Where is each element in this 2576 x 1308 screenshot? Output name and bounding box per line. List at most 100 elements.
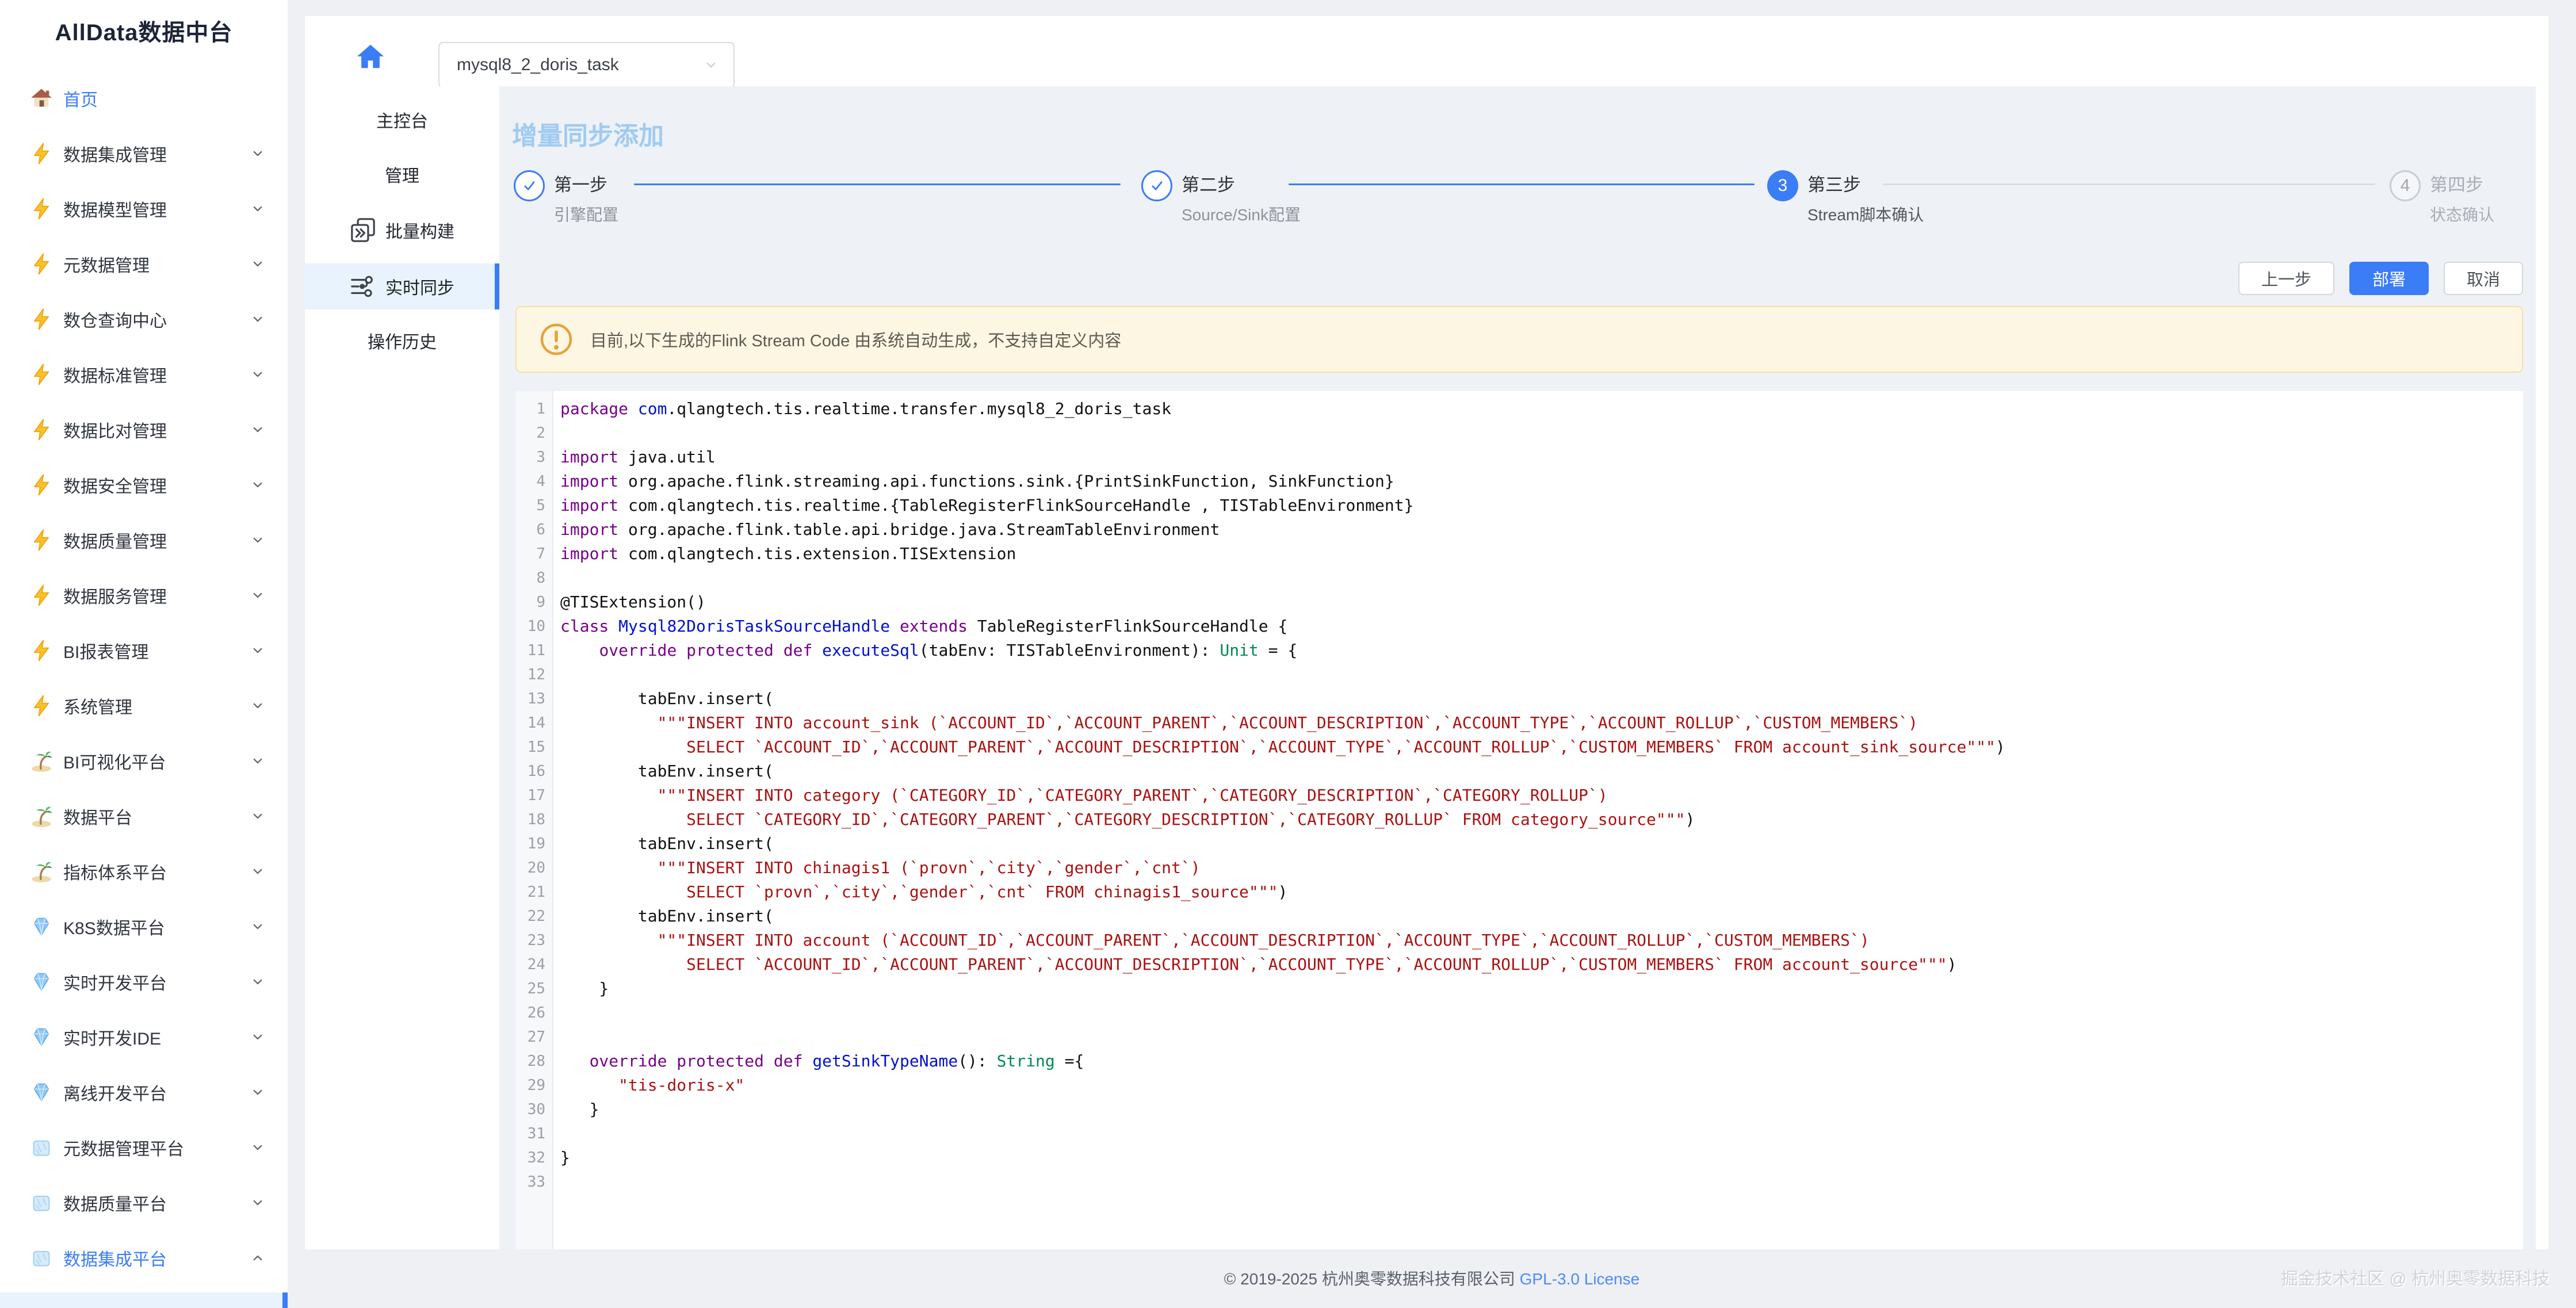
sidebar-item-label: 元数据管理	[63, 251, 250, 277]
code-line: class Mysql82DorisTaskSourceHandle exten…	[560, 614, 2523, 638]
chevron-down-icon	[250, 642, 266, 659]
sidebar-item-数据模型管理[interactable]: 数据模型管理	[0, 181, 288, 236]
sidebar-item-label: 数据服务管理	[63, 583, 250, 608]
chevron-down-icon	[250, 477, 266, 493]
sidebar-item-数仓查询中心[interactable]: 数仓查询中心	[0, 292, 288, 347]
chevron-down-icon	[250, 146, 266, 162]
code-line: """INSERT INTO account_sink (`ACCOUNT_ID…	[560, 711, 2523, 735]
sidebar-item-数据质量平台[interactable]: 数据质量平台	[0, 1175, 288, 1230]
cancel-button[interactable]: 取消	[2444, 262, 2523, 295]
page: AllData数据中台 首页数据集成管理数据模型管理元数据管理数仓查询中心数据标…	[0, 0, 2576, 1308]
bolt-icon	[30, 363, 53, 386]
bolt-icon	[30, 473, 53, 496]
sidebar-item-数据平台[interactable]: 数据平台	[0, 789, 288, 844]
sidebar-item-label: 实时开发IDE	[63, 1024, 250, 1050]
bolt-icon	[30, 308, 53, 331]
sidebar-item-数据标准管理[interactable]: 数据标准管理	[0, 347, 288, 402]
sidebar-item-离线开发平台[interactable]: 离线开发平台	[0, 1065, 288, 1120]
sidebar-active-submenu-strip[interactable]	[0, 1292, 288, 1308]
chevron-down-icon	[250, 753, 266, 769]
batch-icon	[350, 217, 376, 243]
nav-item-label: 实时同步	[385, 274, 454, 299]
step-1-text: 第一步 引擎配置	[554, 173, 618, 225]
sidebar-item-label: 系统管理	[63, 693, 250, 718]
chevron-down-icon	[250, 422, 266, 438]
sidebar-item-数据集成管理[interactable]: 数据集成管理	[0, 126, 288, 181]
sidebar-item-系统管理[interactable]: 系统管理	[0, 678, 288, 733]
code-line: import org.apache.flink.streaming.api.fu…	[560, 469, 2523, 494]
code-line: SELECT `provn`,`city`,`gender`,`cnt` FRO…	[560, 880, 2523, 904]
nav-item-操作历史[interactable]: 操作历史	[305, 318, 499, 364]
sidebar-item-数据比对管理[interactable]: 数据比对管理	[0, 402, 288, 457]
copyright-text: © 2019-2025 杭州奥零数据科技有限公司	[1224, 1270, 1515, 1288]
code-line: """INSERT INTO account (`ACCOUNT_ID`,`AC…	[560, 928, 2523, 953]
step-connector-3	[1883, 183, 2375, 185]
task-select[interactable]: mysql8_2_doris_task	[438, 42, 735, 88]
sidebar-item-数据集成平台[interactable]: 数据集成平台	[0, 1230, 288, 1286]
deploy-button[interactable]: 部署	[2349, 262, 2429, 295]
code-line: import java.util	[560, 445, 2523, 469]
sidebar-item-BI可视化平台[interactable]: BI可视化平台	[0, 733, 288, 789]
sidebar-item-数据服务管理[interactable]: 数据服务管理	[0, 568, 288, 623]
code-line: tabEnv.insert(	[560, 759, 2523, 783]
step-connector-2	[1289, 183, 1755, 185]
ice-icon	[30, 1246, 53, 1269]
bolt-icon	[30, 418, 53, 441]
copyright: © 2019-2025 杭州奥零数据科技有限公司 GPL-3.0 License	[288, 1267, 2576, 1290]
chevron-up-icon	[250, 1250, 266, 1266]
task-select-value: mysql8_2_doris_task	[457, 55, 702, 75]
code-line: package com.qlangtech.tis.realtime.trans…	[560, 397, 2523, 421]
sidebar-item-label: 元数据管理平台	[63, 1135, 250, 1160]
sidebar-item-label: 数据安全管理	[63, 472, 250, 498]
sidebar-item-K8S数据平台[interactable]: K8S数据平台	[0, 899, 288, 954]
step-3-circle: 3	[1767, 170, 1798, 201]
sidebar-item-label: 指标体系平台	[63, 859, 250, 884]
sidebar-item-实时开发平台[interactable]: 实时开发平台	[0, 954, 288, 1009]
nav-item-实时同步[interactable]: 实时同步	[305, 263, 499, 309]
code-line	[560, 421, 2523, 445]
home-button[interactable]	[356, 41, 385, 71]
watermark: 掘金技术社区 @ 杭州奥零数据科技	[2281, 1264, 2550, 1290]
step-2-text: 第二步 Source/Sink配置	[1182, 173, 1301, 225]
sidebar-item-label: 数据标准管理	[63, 362, 250, 387]
nav-item-主控台[interactable]: 主控台	[305, 97, 499, 143]
code-line	[560, 566, 2523, 590]
sidebar-item-实时开发IDE[interactable]: 实时开发IDE	[0, 1009, 288, 1065]
nav-item-管理[interactable]: 管理	[305, 151, 499, 197]
chevron-down-icon	[250, 311, 266, 327]
code-line: """INSERT INTO chinagis1 (`provn`,`city`…	[560, 856, 2523, 880]
license-link[interactable]: GPL-3.0 License	[1520, 1270, 1640, 1288]
code-line: tabEnv.insert(	[560, 832, 2523, 856]
bolt-icon	[30, 529, 53, 552]
step-2-circle: 2	[1141, 170, 1172, 201]
ice-icon	[30, 1136, 53, 1159]
sidebar-item-指标体系平台[interactable]: 指标体系平台	[0, 844, 288, 899]
sidebar-item-label: 实时开发平台	[63, 969, 250, 995]
sidebar-item-首页[interactable]: 首页	[0, 71, 288, 126]
chevron-down-icon	[250, 808, 266, 824]
chevron-down-icon	[250, 698, 266, 714]
sidebar-item-label: 数仓查询中心	[63, 307, 250, 332]
active-indicator-bar	[282, 1292, 288, 1308]
code-line: override protected def executeSql(tabEnv…	[560, 638, 2523, 663]
island-icon	[30, 805, 53, 828]
footer: © 2019-2025 杭州奥零数据科技有限公司 GPL-3.0 License…	[288, 1249, 2576, 1308]
code-line: import com.qlangtech.tis.realtime.{Table…	[560, 494, 2523, 518]
code-line: override protected def getSinkTypeName()…	[560, 1049, 2523, 1073]
nav-item-批量构建[interactable]: 批量构建	[305, 207, 499, 253]
sidebar-item-元数据管理[interactable]: 元数据管理	[0, 236, 288, 292]
sidebar-item-数据质量管理[interactable]: 数据质量管理	[0, 513, 288, 568]
code-line: """INSERT INTO category (`CATEGORY_ID`,`…	[560, 783, 2523, 808]
code-line	[560, 1025, 2523, 1049]
code-line: SELECT `ACCOUNT_ID`,`ACCOUNT_PARENT`,`AC…	[560, 735, 2523, 759]
island-icon	[30, 860, 53, 883]
chevron-down-icon	[250, 256, 266, 272]
code-line: SELECT `CATEGORY_ID`,`CATEGORY_PARENT`,`…	[560, 808, 2523, 832]
prev-step-button[interactable]: 上一步	[2238, 262, 2334, 295]
sidebar-item-元数据管理平台[interactable]: 元数据管理平台	[0, 1120, 288, 1175]
sidebar-item-label: 数据集成平台	[63, 1245, 250, 1271]
sidebar-item-BI报表管理[interactable]: BI报表管理	[0, 623, 288, 678]
bolt-icon	[30, 694, 53, 717]
sidebar-item-数据安全管理[interactable]: 数据安全管理	[0, 457, 288, 513]
sidebar-item-label: 离线开发平台	[63, 1080, 250, 1105]
